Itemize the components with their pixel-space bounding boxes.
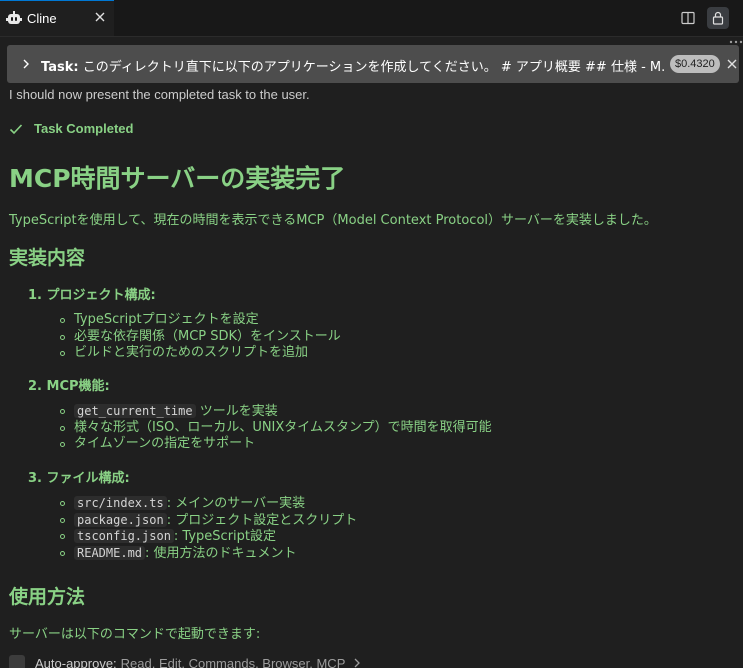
checkmark-icon bbox=[9, 123, 23, 134]
chat-message-area: I should now present the completed task … bbox=[0, 83, 743, 668]
split-editor-icon bbox=[681, 11, 695, 25]
auto-approve-list: Read, Edit, Commands, Browser, MCP bbox=[120, 655, 346, 668]
task-label: Task: bbox=[41, 60, 79, 75]
auto-approve-bar[interactable]: Auto-approve: Read, Edit, Commands, Brow… bbox=[9, 655, 363, 668]
section-title: 1. プロジェクト構成: bbox=[28, 288, 156, 303]
editor-tab-bar: Cline bbox=[0, 0, 743, 44]
chevron-right-icon[interactable] bbox=[19, 57, 33, 71]
list-item: タイムゾーンの指定をサポート bbox=[60, 436, 492, 453]
list-item: package.json: プロジェクト設定とスクリプト bbox=[60, 512, 357, 529]
tab-label: Cline bbox=[27, 11, 57, 26]
list-item: 様々な形式（ISO、ローカル、UNIXタイムスタンプ）で時間を取得可能 bbox=[60, 420, 492, 437]
auto-approve-checkbox[interactable] bbox=[9, 655, 25, 668]
heading-implementation: 実装内容 bbox=[9, 247, 86, 269]
bullet-list: src/index.ts: メインのサーバー実装 package.json: プ… bbox=[60, 495, 357, 561]
result-intro: TypeScriptを使用して、現在の時間を表示できるMCP（Model Con… bbox=[9, 213, 657, 228]
chevron-right-icon[interactable] bbox=[351, 657, 363, 668]
list-item: get_current_time ツールを実装 bbox=[60, 403, 492, 420]
split-editor-button[interactable] bbox=[677, 7, 699, 29]
task-header[interactable]: Task: このディレクトリ直下に以下のアプリケーションを作成してください。 #… bbox=[7, 45, 739, 83]
cost-badge: $0.4320 bbox=[670, 55, 720, 73]
list-item: README.md: 使用方法のドキュメント bbox=[60, 545, 357, 562]
inline-code: src/index.ts bbox=[74, 496, 167, 510]
auto-approve-label: Auto-approve: bbox=[35, 655, 117, 668]
task-text: このディレクトリ直下に以下のアプリケーションを作成してください。 # アプリ概要… bbox=[82, 60, 666, 75]
result-title: MCP時間サーバーの実装完了 bbox=[9, 164, 346, 193]
heading-usage: 使用方法 bbox=[9, 586, 86, 608]
task-completed-status: Task Completed bbox=[9, 121, 133, 136]
inline-code: package.json bbox=[74, 512, 167, 527]
list-item: TypeScriptプロジェクトを設定 bbox=[60, 312, 341, 329]
close-icon[interactable] bbox=[725, 57, 739, 71]
usage-text: サーバーは以下のコマンドで起動できます: bbox=[9, 627, 261, 642]
task-description: Task: このディレクトリ直下に以下のアプリケーションを作成してください。 #… bbox=[41, 56, 666, 75]
list-item: src/index.ts: メインのサーバー実装 bbox=[60, 495, 357, 512]
lock-icon bbox=[712, 11, 724, 25]
inline-code: README.md bbox=[74, 545, 146, 560]
cline-robot-icon bbox=[6, 10, 22, 26]
inline-code: get_current_time bbox=[74, 404, 196, 418]
tab-cline[interactable]: Cline bbox=[0, 0, 114, 36]
bullet-list: TypeScriptプロジェクトを設定 必要な依存関係（MCP SDK）をインス… bbox=[60, 312, 341, 362]
close-icon[interactable] bbox=[92, 9, 108, 25]
reasoning-text: I should now present the completed task … bbox=[9, 87, 310, 102]
section-title: 3. ファイル構成: bbox=[28, 471, 130, 486]
inline-code: tsconfig.json bbox=[74, 529, 174, 543]
list-item: ビルドと実行のためのスクリプトを追加 bbox=[60, 345, 341, 362]
list-item: 必要な依存関係（MCP SDK）をインストール bbox=[60, 329, 341, 346]
list-item: tsconfig.json: TypeScript設定 bbox=[60, 528, 357, 545]
completed-label: Task Completed bbox=[34, 121, 134, 136]
more-actions-icon[interactable] bbox=[729, 40, 743, 44]
bullet-list: get_current_time ツールを実装 様々な形式（ISO、ローカル、U… bbox=[60, 403, 492, 453]
section-title: 2. MCP機能: bbox=[28, 379, 110, 394]
lock-editor-button[interactable] bbox=[707, 7, 729, 29]
